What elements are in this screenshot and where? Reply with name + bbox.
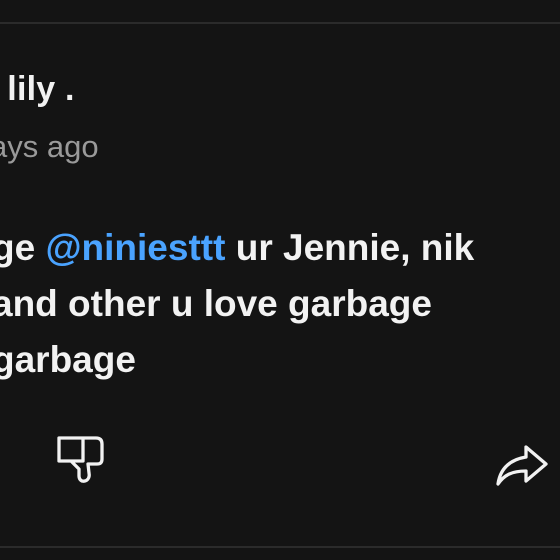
share-arrow-icon — [496, 445, 548, 486]
comment-line-3: garbage — [0, 339, 136, 380]
top-divider — [0, 22, 560, 24]
dislike-button[interactable] — [52, 432, 108, 484]
comment-line-1: ge @niniesttt ur Jennie, nik — [0, 220, 560, 276]
comment-line-2: and other u love garbage — [0, 283, 432, 324]
mention-link[interactable]: @niniesttt — [45, 227, 225, 268]
thumbs-down-icon — [57, 436, 104, 483]
comment-text: ge @niniesttt ur Jennie, nik and other u… — [0, 220, 560, 388]
share-button[interactable] — [492, 440, 552, 488]
comment-line-1-suffix: ur Jennie, nik — [225, 227, 475, 268]
comment-author[interactable]: . lily . — [0, 70, 75, 109]
comment-timestamp: ays ago — [0, 129, 99, 164]
comment-screen: . lily . ays ago ge @niniesttt ur Jennie… — [0, 0, 560, 560]
bottom-divider — [0, 546, 560, 548]
comment-line-1-prefix: ge — [0, 227, 36, 268]
